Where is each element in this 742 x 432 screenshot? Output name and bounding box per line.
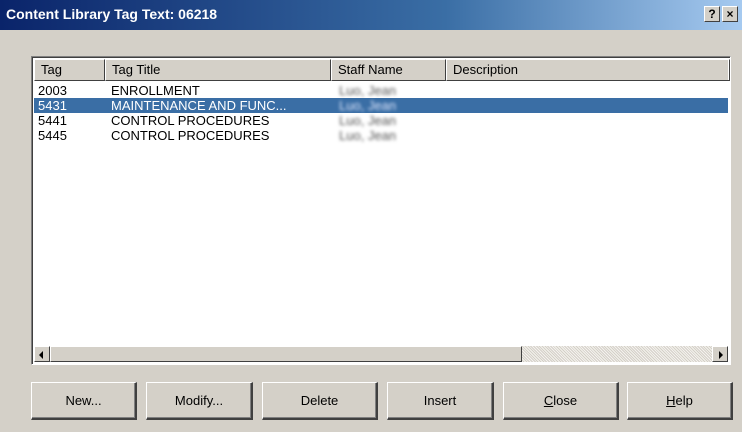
table-row[interactable]: 5431 MAINTENANCE AND FUNC... Luo, Jean: [34, 98, 728, 113]
list-rows: 2003 ENROLLMENT Luo, Jean 5431 MAINTENANCE A…: [34, 83, 728, 143]
table-row[interactable]: 2003 ENROLLMENT Luo, Jean: [34, 83, 728, 98]
column-header-description[interactable]: Description: [446, 59, 730, 81]
staff-name-cell: Luo, Jean: [339, 83, 397, 98]
table-row[interactable]: 5445 CONTROL PROCEDURES Luo, Jean: [34, 128, 728, 143]
tag-cell: 5431: [38, 98, 67, 113]
close-button-label: lose: [553, 393, 578, 408]
close-button[interactable]: Close: [503, 382, 619, 420]
horizontal-scrollbar[interactable]: [34, 346, 728, 362]
content-library-dialog: Content Library Tag Text: 06218 ? × Tag …: [0, 0, 742, 432]
tag-title-cell: CONTROL PROCEDURES: [111, 113, 270, 128]
help-button-label: elp: [675, 393, 693, 408]
help-question-button[interactable]: ?: [704, 6, 720, 22]
new-button[interactable]: New...: [31, 382, 137, 420]
column-header-tag-title[interactable]: Tag Title: [105, 59, 331, 81]
tag-cell: 5441: [38, 113, 67, 128]
tag-list[interactable]: Tag Tag Title Staff Name Description 200…: [31, 56, 731, 365]
list-header: Tag Tag Title Staff Name Description: [34, 59, 730, 81]
window-close-button[interactable]: ×: [722, 6, 738, 22]
arrow-left-icon: [39, 351, 43, 359]
title-bar[interactable]: Content Library Tag Text: 06218 ? ×: [0, 0, 742, 30]
arrow-right-icon: [719, 351, 723, 359]
staff-name-cell: Luo, Jean: [339, 113, 397, 128]
scrollbar-thumb[interactable]: [50, 346, 522, 362]
tag-cell: 5445: [38, 128, 67, 143]
staff-name-cell: Luo, Jean: [339, 98, 397, 113]
close-mnemonic: C: [543, 393, 554, 408]
tag-cell: 2003: [38, 83, 67, 98]
help-button[interactable]: Help: [627, 382, 733, 420]
staff-name-cell: Luo, Jean: [339, 128, 397, 143]
help-mnemonic: H: [666, 393, 676, 408]
tag-title-cell: MAINTENANCE AND FUNC...: [111, 98, 287, 113]
column-header-staff-name[interactable]: Staff Name: [331, 59, 446, 81]
column-header-tag[interactable]: Tag: [34, 59, 105, 81]
delete-button[interactable]: Delete: [262, 382, 378, 420]
tag-title-cell: CONTROL PROCEDURES: [111, 128, 270, 143]
tag-title-cell: ENROLLMENT: [111, 83, 200, 98]
window-title: Content Library Tag Text: 06218: [6, 6, 218, 22]
table-row[interactable]: 5441 CONTROL PROCEDURES Luo, Jean: [34, 113, 728, 128]
modify-button[interactable]: Modify...: [146, 382, 253, 420]
insert-button[interactable]: Insert: [387, 382, 494, 420]
scroll-left-button[interactable]: [34, 346, 50, 362]
scroll-right-button[interactable]: [712, 346, 728, 362]
